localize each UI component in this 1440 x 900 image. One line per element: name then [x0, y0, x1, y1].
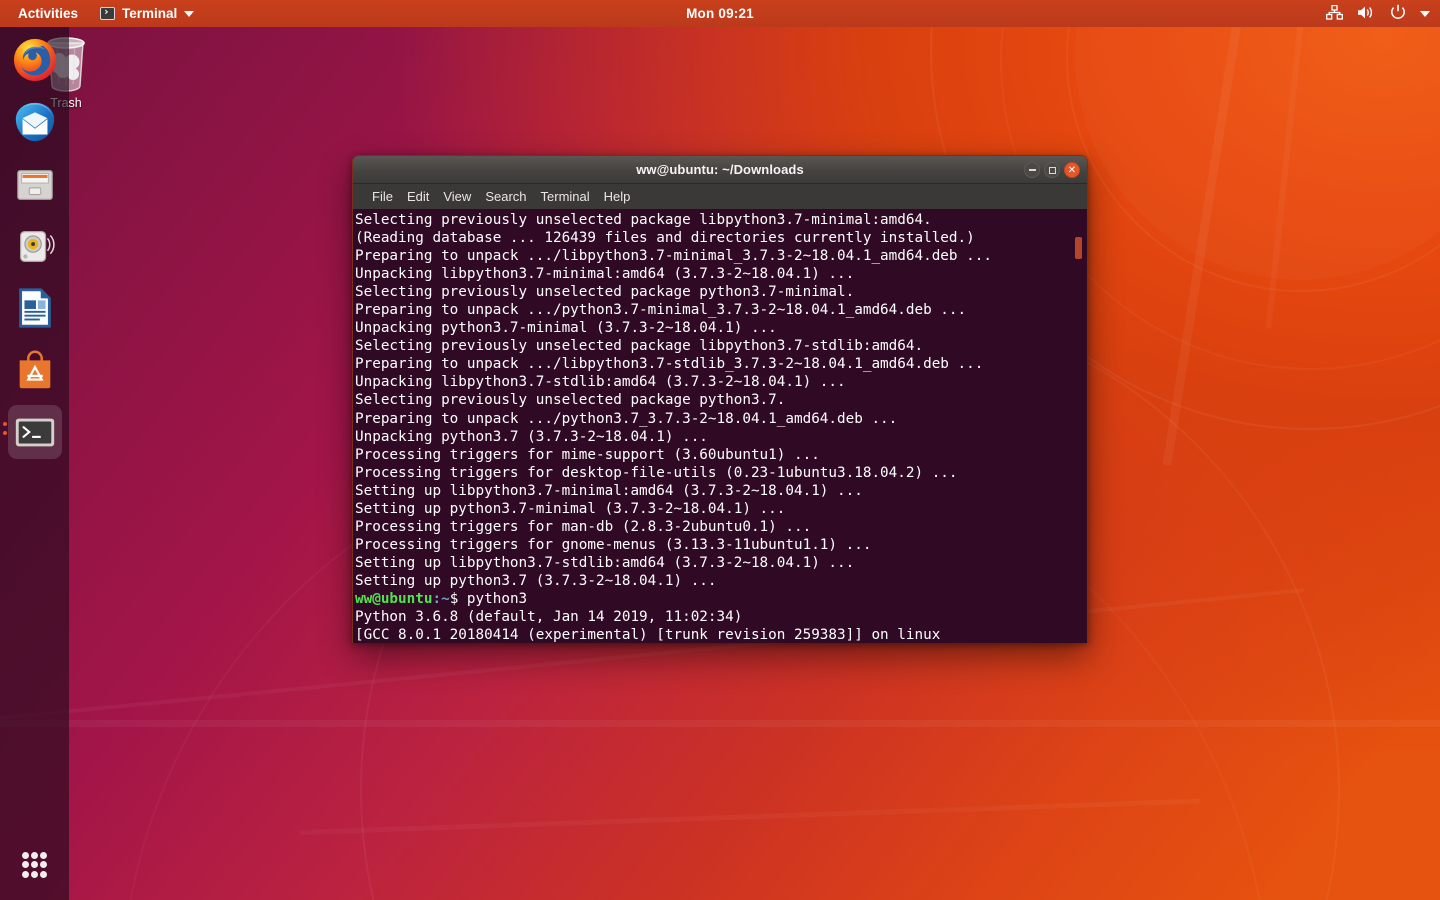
- dock-item-firefox[interactable]: [8, 33, 62, 87]
- desktop: Activities Terminal Mon 09:21: [0, 0, 1440, 900]
- scrollbar-thumb[interactable]: [1075, 237, 1082, 259]
- window-title: ww@ubuntu: ~/Downloads: [636, 162, 804, 177]
- show-applications-button[interactable]: [12, 842, 58, 888]
- chevron-down-icon: [1420, 10, 1430, 17]
- terminal-line: Preparing to unpack .../python3.7-minima…: [355, 302, 967, 319]
- terminal-line: Processing triggers for mime-support (3.…: [355, 446, 820, 463]
- terminal-output-area[interactable]: Selecting previously unselected package …: [353, 209, 1087, 643]
- prompt-user-host: ww@ubuntu: [355, 590, 433, 607]
- top-bar: Activities Terminal Mon 09:21: [0, 0, 1440, 27]
- dock-item-files[interactable]: [8, 157, 62, 211]
- window-controls: ✕: [1024, 162, 1080, 178]
- menu-help[interactable]: Help: [597, 187, 638, 206]
- clock-button[interactable]: Mon 09:21: [0, 6, 1440, 21]
- power-icon: [1390, 4, 1406, 23]
- terminal-line: Unpacking libpython3.7-stdlib:amd64 (3.7…: [355, 374, 846, 391]
- close-button[interactable]: ✕: [1064, 162, 1080, 178]
- dock-item-thunderbird[interactable]: [8, 95, 62, 149]
- terminal-line: (Reading database ... 126439 files and d…: [355, 230, 975, 247]
- terminal-line: Preparing to unpack .../libpython3.7-std…: [355, 356, 984, 373]
- menu-view[interactable]: View: [436, 187, 478, 206]
- terminal-line: Setting up libpython3.7-stdlib:amd64 (3.…: [355, 554, 855, 571]
- terminal-line: Processing triggers for desktop-file-uti…: [355, 464, 958, 481]
- menu-file[interactable]: File: [365, 187, 400, 206]
- terminal-prompt-line: ww@ubuntu:~$ python3: [355, 590, 1087, 608]
- dock-item-rhythmbox[interactable]: [8, 219, 62, 273]
- terminal-line: Preparing to unpack .../libpython3.7-min…: [355, 248, 992, 265]
- terminal-line: Selecting previously unselected package …: [355, 392, 786, 409]
- firefox-icon: [13, 38, 56, 82]
- minimize-button[interactable]: [1024, 162, 1040, 178]
- menu-terminal[interactable]: Terminal: [534, 187, 597, 206]
- grid-dot: [30, 870, 38, 878]
- grid-dot: [40, 852, 48, 860]
- rhythmbox-icon: [19, 231, 55, 262]
- files-icon: [16, 169, 53, 200]
- terminal-line: Preparing to unpack .../python3.7_3.7.3-…: [355, 410, 898, 427]
- terminal-right-edge: [1085, 209, 1087, 643]
- thunderbird-icon: [15, 102, 54, 142]
- prompt-command: $ python3: [449, 590, 528, 607]
- terminal-line: Setting up python3.7 (3.7.3-2~18.04.1) .…: [355, 572, 717, 589]
- prompt-path: :~: [432, 590, 450, 607]
- dock-item-terminal[interactable]: [2, 405, 62, 459]
- grid-dot: [30, 852, 38, 860]
- terminal-line: Unpacking python3.7 (3.7.3-2~18.04.1) ..…: [355, 428, 708, 445]
- vertical-scrollbar[interactable]: [1072, 209, 1085, 643]
- system-status-area[interactable]: [1326, 4, 1430, 23]
- network-wired-icon: [1326, 4, 1343, 23]
- libreoffice-writer-icon: [18, 288, 51, 328]
- terminal-line: Setting up python3.7-minimal (3.7.3-2~18…: [355, 500, 786, 517]
- terminal-line: Selecting previously unselected package …: [355, 338, 924, 355]
- terminal-line: [GCC 8.0.1 20180414 (experimental) [trun…: [355, 627, 941, 643]
- grid-dot: [30, 861, 38, 869]
- terminal-line: Unpacking python3.7-minimal (3.7.3-2~18.…: [355, 320, 777, 337]
- clock-label: Mon 09:21: [686, 6, 754, 21]
- grid-dot: [40, 870, 48, 878]
- grid-dot: [21, 861, 29, 869]
- terminal-menu-bar: File Edit View Search Terminal Help: [353, 184, 1087, 209]
- maximize-button[interactable]: [1044, 162, 1060, 178]
- terminal-line: Selecting previously unselected package …: [355, 212, 932, 228]
- terminal-line: Selecting previously unselected package …: [355, 284, 855, 301]
- terminal-line: Processing triggers for man-db (2.8.3-2u…: [355, 518, 812, 535]
- terminal-line: Unpacking libpython3.7-minimal:amd64 (3.…: [355, 266, 855, 283]
- dock-item-libreoffice-writer[interactable]: [8, 281, 62, 335]
- terminal-icon: [15, 418, 54, 447]
- volume-icon: [1357, 5, 1376, 23]
- grid-dot: [40, 861, 48, 869]
- terminal-title-bar[interactable]: ww@ubuntu: ~/Downloads ✕: [353, 156, 1087, 184]
- terminal-line: Processing triggers for gnome-menus (3.1…: [355, 536, 872, 553]
- menu-edit[interactable]: Edit: [400, 187, 436, 206]
- terminal-window[interactable]: ww@ubuntu: ~/Downloads ✕ File Edit View …: [352, 155, 1088, 643]
- terminal-line: Python 3.6.8 (default, Jan 14 2019, 11:0…: [355, 609, 743, 626]
- ubuntu-software-icon: [19, 350, 50, 389]
- menu-search[interactable]: Search: [478, 187, 533, 206]
- dock: [0, 27, 69, 900]
- dock-item-ubuntu-software[interactable]: [8, 343, 62, 397]
- grid-dot: [21, 852, 29, 860]
- grid-dot: [21, 870, 29, 878]
- terminal-line: Setting up libpython3.7-minimal:amd64 (3…: [355, 482, 863, 499]
- terminal-text: Selecting previously unselected package …: [355, 211, 1087, 643]
